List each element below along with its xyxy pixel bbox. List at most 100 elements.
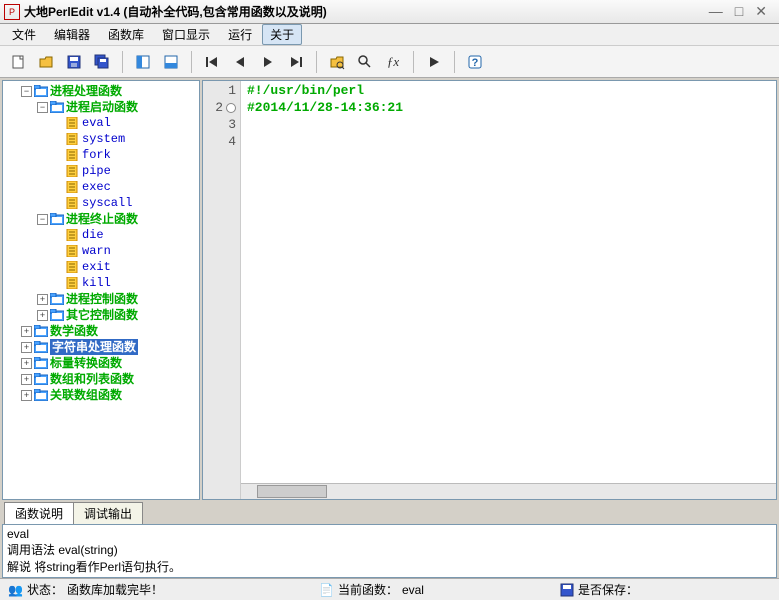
find-replace-button[interactable] — [353, 50, 377, 74]
file-icon — [66, 165, 80, 177]
tree-label: 进程控制函数 — [66, 291, 138, 307]
line-number: 2 — [203, 100, 236, 117]
editor-pane[interactable]: 1234 #!/usr/bin/perl#2014/11/28-14:36:21 — [202, 80, 777, 500]
folder-icon — [34, 325, 48, 337]
folder-icon — [34, 341, 48, 353]
close-button[interactable]: ✕ — [755, 3, 767, 20]
nav-prev-button[interactable] — [228, 50, 252, 74]
tree-leaf[interactable]: eval — [53, 115, 197, 131]
expander-icon — [53, 182, 64, 193]
code-area[interactable]: #!/usr/bin/perl#2014/11/28-14:36:21 — [241, 81, 776, 499]
menu-0[interactable]: 文件 — [4, 24, 44, 45]
tree-leaf[interactable]: exec — [53, 179, 197, 195]
tree-label: pipe — [82, 163, 111, 179]
tree-label: 字符串处理函数 — [50, 339, 138, 355]
panel-bottom-button[interactable] — [159, 50, 183, 74]
tree-folder[interactable]: −进程启动函数 — [37, 99, 197, 115]
tree-folder[interactable]: + 进程控制函数 — [37, 291, 197, 307]
bottom-tab-1[interactable]: 调试输出 — [73, 502, 143, 524]
expander-icon[interactable]: − — [37, 214, 48, 225]
expander-icon[interactable]: + — [21, 326, 32, 337]
tree-folder[interactable]: +关联数组函数 — [21, 387, 197, 403]
menu-1[interactable]: 编辑器 — [46, 24, 98, 45]
tree-leaf[interactable]: die — [53, 227, 197, 243]
folder-icon — [34, 389, 48, 401]
menu-4[interactable]: 运行 — [220, 24, 260, 45]
tree-folder[interactable]: − 进程终止函数 — [37, 211, 197, 227]
tree-label: warn — [82, 243, 111, 259]
expander-icon[interactable]: + — [21, 374, 32, 385]
menu-2[interactable]: 函数库 — [100, 24, 152, 45]
tree-label: fork — [82, 147, 111, 163]
expander-icon[interactable]: + — [21, 358, 32, 369]
nav-first-button[interactable] — [200, 50, 224, 74]
line-number: 4 — [203, 134, 236, 151]
minimize-button[interactable]: — — [709, 3, 723, 20]
expander-icon[interactable]: + — [37, 294, 48, 305]
tree-leaf[interactable]: syscall — [53, 195, 197, 211]
expander-icon[interactable]: + — [21, 342, 32, 353]
help-button[interactable]: ? — [463, 50, 487, 74]
new-file-button[interactable] — [6, 50, 30, 74]
nav-next-button[interactable] — [256, 50, 280, 74]
bottom-tabs: 函数说明调试输出 — [0, 502, 779, 524]
tree-label: exec — [82, 179, 111, 195]
tree-leaf[interactable]: exit — [53, 259, 197, 275]
tree-leaf[interactable]: fork — [53, 147, 197, 163]
fx-button[interactable]: ƒx — [381, 50, 405, 74]
find-button[interactable] — [325, 50, 349, 74]
tree-leaf[interactable]: pipe — [53, 163, 197, 179]
tree-folder[interactable]: +数学函数 — [21, 323, 197, 339]
maximize-button[interactable]: □ — [735, 3, 743, 20]
file-icon — [66, 181, 80, 193]
code-line[interactable]: #!/usr/bin/perl — [247, 83, 770, 100]
save-button[interactable] — [62, 50, 86, 74]
expander-icon — [53, 278, 64, 289]
description-line: 调用语法 eval(string) — [7, 541, 772, 558]
tree-leaf[interactable]: kill — [53, 275, 197, 291]
tree-label: system — [82, 131, 125, 147]
file-icon — [66, 277, 80, 289]
file-icon — [66, 229, 80, 241]
menu-5[interactable]: 关于 — [262, 24, 302, 45]
file-icon — [66, 133, 80, 145]
breakpoint-icon[interactable] — [226, 103, 236, 113]
tree-label: eval — [82, 115, 111, 131]
tree-folder[interactable]: + 字符串处理函数 — [21, 339, 197, 355]
function-tree-pane[interactable]: −进程处理函数−进程启动函数evalsystemforkpipeexecsysc… — [2, 80, 200, 500]
tree-label: die — [82, 227, 104, 243]
tree-label: kill — [82, 275, 111, 291]
tree-folder[interactable]: +数组和列表函数 — [21, 371, 197, 387]
tree-leaf[interactable]: system — [53, 131, 197, 147]
tree-label: 进程终止函数 — [66, 211, 138, 227]
expander-icon[interactable]: − — [21, 86, 32, 97]
run-button[interactable] — [422, 50, 446, 74]
title-bar: P 大地PerlEdit v1.4 (自动补全代码,包含常用函数以及说明) — … — [0, 0, 779, 24]
expander-icon[interactable]: + — [37, 310, 48, 321]
panel-left-button[interactable] — [131, 50, 155, 74]
save-all-button[interactable] — [90, 50, 114, 74]
current-fn-icon: 📄 — [319, 583, 334, 597]
expander-icon — [53, 198, 64, 209]
description-line: eval — [7, 527, 772, 541]
expander-icon — [53, 134, 64, 145]
tree-folder[interactable]: −进程处理函数 — [21, 83, 197, 99]
expander-icon[interactable]: − — [37, 102, 48, 113]
expander-icon[interactable]: + — [21, 390, 32, 401]
horizontal-scrollbar[interactable] — [241, 483, 776, 499]
menu-3[interactable]: 窗口显示 — [154, 24, 218, 45]
bottom-tab-0[interactable]: 函数说明 — [4, 502, 74, 524]
expander-icon — [53, 166, 64, 177]
tree-folder[interactable]: + 标量转换函数 — [21, 355, 197, 371]
open-file-button[interactable] — [34, 50, 58, 74]
tree-leaf[interactable]: warn — [53, 243, 197, 259]
current-fn-value: eval — [402, 583, 424, 597]
line-gutter: 1234 — [203, 81, 241, 499]
code-line[interactable]: #2014/11/28-14:36:21 — [247, 100, 770, 117]
menu-bar: 文件编辑器函数库窗口显示运行关于 — [0, 24, 779, 46]
nav-last-button[interactable] — [284, 50, 308, 74]
code-line[interactable] — [247, 134, 770, 151]
tree-folder[interactable]: +其它控制函数 — [37, 307, 197, 323]
code-line[interactable] — [247, 117, 770, 134]
tree-label: 标量转换函数 — [50, 355, 122, 371]
